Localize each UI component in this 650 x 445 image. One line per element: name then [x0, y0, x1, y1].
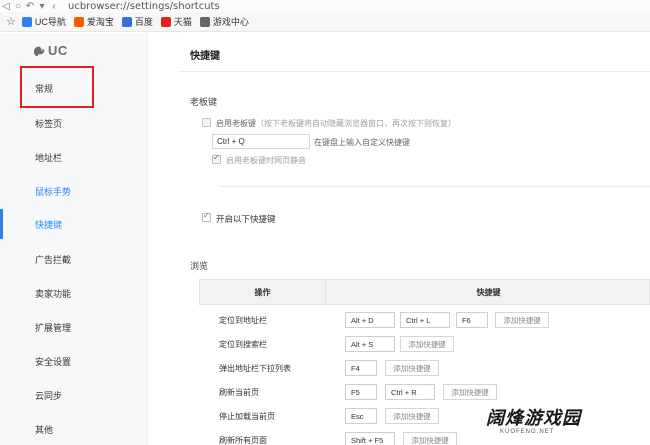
- shortcut-key[interactable]: F4: [345, 360, 377, 376]
- sidebar-item-seller-features[interactable]: 卖家功能: [0, 278, 148, 308]
- action-label: 刷新所有页面: [219, 435, 267, 445]
- action-label: 定位到地址栏: [219, 315, 267, 325]
- back-icon[interactable]: ◁: [0, 0, 12, 12]
- add-shortcut-button[interactable]: 添加快捷键: [400, 336, 454, 352]
- table-header: 操作 快捷键: [199, 279, 650, 305]
- sidebar-item-general[interactable]: 常规: [0, 73, 148, 103]
- shortcut-key[interactable]: Alt + D: [345, 312, 395, 328]
- star-icon[interactable]: ☆: [6, 15, 16, 28]
- add-shortcut-button[interactable]: 添加快捷键: [385, 408, 439, 424]
- action-label: 刷新当前页: [219, 387, 259, 397]
- sidebar-item-address-bar[interactable]: 地址栏: [0, 142, 148, 172]
- table-row: 定位到搜索栏 Alt + S 添加快捷键: [199, 332, 650, 356]
- shortcut-key[interactable]: Ctrl + R: [385, 384, 435, 400]
- action-label: 弹出地址栏下拉列表: [219, 363, 291, 373]
- chevron-down-icon[interactable]: ▾: [36, 0, 48, 12]
- table-row: 弹出地址栏下拉列表 F4 添加快捷键: [199, 356, 650, 380]
- sidebar-item-mouse-gestures[interactable]: 鼠标手势: [0, 176, 148, 206]
- uc-nav-icon: [21, 16, 32, 27]
- shortcut-key[interactable]: F5: [345, 384, 377, 400]
- undo-icon[interactable]: ↶: [24, 0, 36, 12]
- boss-key-shortcut-hint: 在键盘上输入自定义快捷键: [314, 138, 410, 147]
- uc-logo: UC: [32, 43, 68, 58]
- shortcut-key[interactable]: Shift + F5: [345, 432, 395, 445]
- add-shortcut-button[interactable]: 添加快捷键: [385, 360, 439, 376]
- sidebar-item-cloud-sync[interactable]: 云同步: [0, 380, 148, 410]
- column-header-shortcut: 快捷键: [476, 287, 501, 297]
- browse-section-label: 浏览: [190, 261, 209, 271]
- shortcut-key[interactable]: Alt + S: [345, 336, 395, 352]
- sidebar-item-tabs[interactable]: 标签页: [0, 108, 148, 138]
- action-label: 定位到搜索栏: [219, 339, 267, 349]
- bookmarks-bar: ☆ UC导航 爱淘宝 百度 天猫 游戏中心: [0, 12, 650, 32]
- sidebar-item-shortcuts[interactable]: 快捷键: [0, 209, 148, 239]
- shortcut-key[interactable]: Esc: [345, 408, 377, 424]
- bookmark-aitaobao[interactable]: 爱淘宝: [73, 15, 114, 28]
- add-shortcut-button[interactable]: 添加快捷键: [495, 312, 549, 328]
- bookmark-game-center[interactable]: 游戏中心: [199, 15, 249, 28]
- enable-boss-key-label: 启用老板键（按下老板键将自动隐藏浏览器窗口，再次按下则恢复）: [216, 119, 456, 128]
- title-divider: [179, 71, 650, 72]
- sidebar-item-extensions[interactable]: 扩展管理: [0, 312, 148, 342]
- bookmark-baidu[interactable]: 百度: [121, 15, 153, 28]
- column-header-action: 操作: [254, 287, 271, 297]
- bookmark-tmall[interactable]: 天猫: [160, 15, 192, 28]
- site-watermark: 阔烽游戏园 KUOFENG.NET: [486, 404, 650, 445]
- enable-shortcuts-label: 开启以下快捷键: [216, 214, 276, 224]
- page-title: 快捷键: [190, 51, 220, 62]
- tmall-icon: [160, 16, 171, 27]
- boss-key-shortcut-input[interactable]: Ctrl + Q: [212, 134, 310, 149]
- shortcut-key[interactable]: Ctrl + L: [400, 312, 450, 328]
- enable-shortcuts-checkbox[interactable]: [202, 211, 211, 222]
- boss-key-section-label: 老板键: [190, 97, 218, 107]
- mute-on-boss-key-label: 启用老板键时网页静音: [226, 156, 306, 165]
- taobao-icon: [73, 16, 84, 27]
- sidebar-item-ad-block[interactable]: 广告拦截: [0, 244, 148, 274]
- reload-icon[interactable]: ○: [12, 0, 24, 12]
- squirrel-logo-icon: [33, 46, 45, 56]
- mute-on-boss-key-checkbox[interactable]: [212, 153, 221, 164]
- watermark-subtext: KUOFENG.NET: [500, 429, 555, 435]
- forward-icon[interactable]: ‹: [48, 0, 60, 12]
- shortcut-key[interactable]: F6: [456, 312, 488, 328]
- game-center-icon: [199, 16, 210, 27]
- action-label: 停止加载当前页: [219, 411, 275, 421]
- browser-toolbar: ◁ ○ ↶ ▾ ‹ ucbrowser://settings/shortcuts: [0, 0, 650, 12]
- section-divider: [219, 186, 650, 187]
- table-row: 刷新当前页 F5 Ctrl + R 添加快捷键: [199, 380, 650, 404]
- add-shortcut-button[interactable]: 添加快捷键: [443, 384, 497, 400]
- add-shortcut-button[interactable]: 添加快捷键: [403, 432, 457, 445]
- address-bar[interactable]: ucbrowser://settings/shortcuts: [68, 1, 220, 12]
- watermark-text: 阔烽游戏园: [486, 408, 581, 429]
- table-row: 定位到地址栏 Alt + D Ctrl + L F6 添加快捷键: [199, 308, 650, 332]
- baidu-icon: [121, 16, 132, 27]
- bookmark-uc-nav[interactable]: UC导航: [21, 15, 66, 28]
- sidebar-item-other[interactable]: 其他: [0, 414, 148, 444]
- settings-sidebar: UC 常规 标签页 地址栏 鼠标手势 快捷键 广告拦截 卖家功能 扩展管理 安全…: [0, 33, 148, 445]
- enable-boss-key-checkbox[interactable]: [202, 118, 211, 127]
- sidebar-item-security[interactable]: 安全设置: [0, 346, 148, 376]
